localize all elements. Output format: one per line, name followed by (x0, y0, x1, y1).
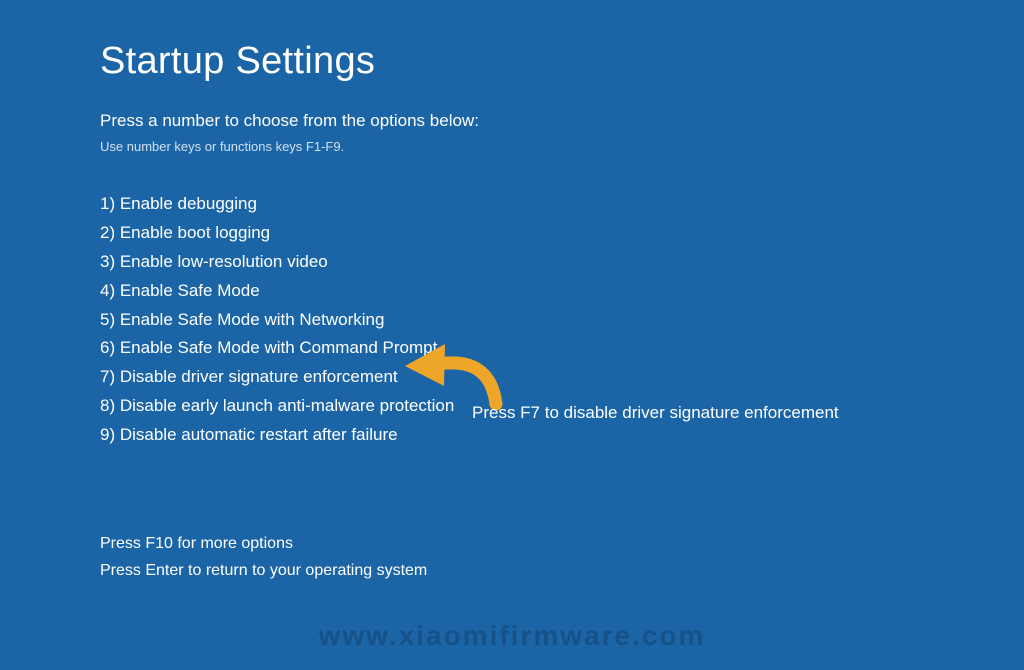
footer-block: Press F10 for more options Press Enter t… (100, 530, 924, 584)
option-item-2[interactable]: 2) Enable boot logging (100, 219, 924, 248)
footer-more-options: Press F10 for more options (100, 530, 924, 557)
hint-text: Use number keys or functions keys F1-F9. (100, 139, 924, 154)
page-title: Startup Settings (100, 40, 924, 83)
callout-text: Press F7 to disable driver signature enf… (472, 403, 839, 423)
footer-return: Press Enter to return to your operating … (100, 557, 924, 584)
option-item-5[interactable]: 5) Enable Safe Mode with Networking (100, 306, 924, 335)
option-item-6[interactable]: 6) Enable Safe Mode with Command Prompt (100, 334, 924, 363)
option-item-3[interactable]: 3) Enable low-resolution video (100, 248, 924, 277)
option-item-1[interactable]: 1) Enable debugging (100, 190, 924, 219)
option-item-7[interactable]: 7) Disable driver signature enforcement (100, 363, 924, 392)
option-item-4[interactable]: 4) Enable Safe Mode (100, 277, 924, 306)
instruction-text: Press a number to choose from the option… (100, 111, 924, 131)
watermark-text: www.xiaomifirmware.com (319, 620, 706, 652)
option-item-9[interactable]: 9) Disable automatic restart after failu… (100, 421, 924, 450)
